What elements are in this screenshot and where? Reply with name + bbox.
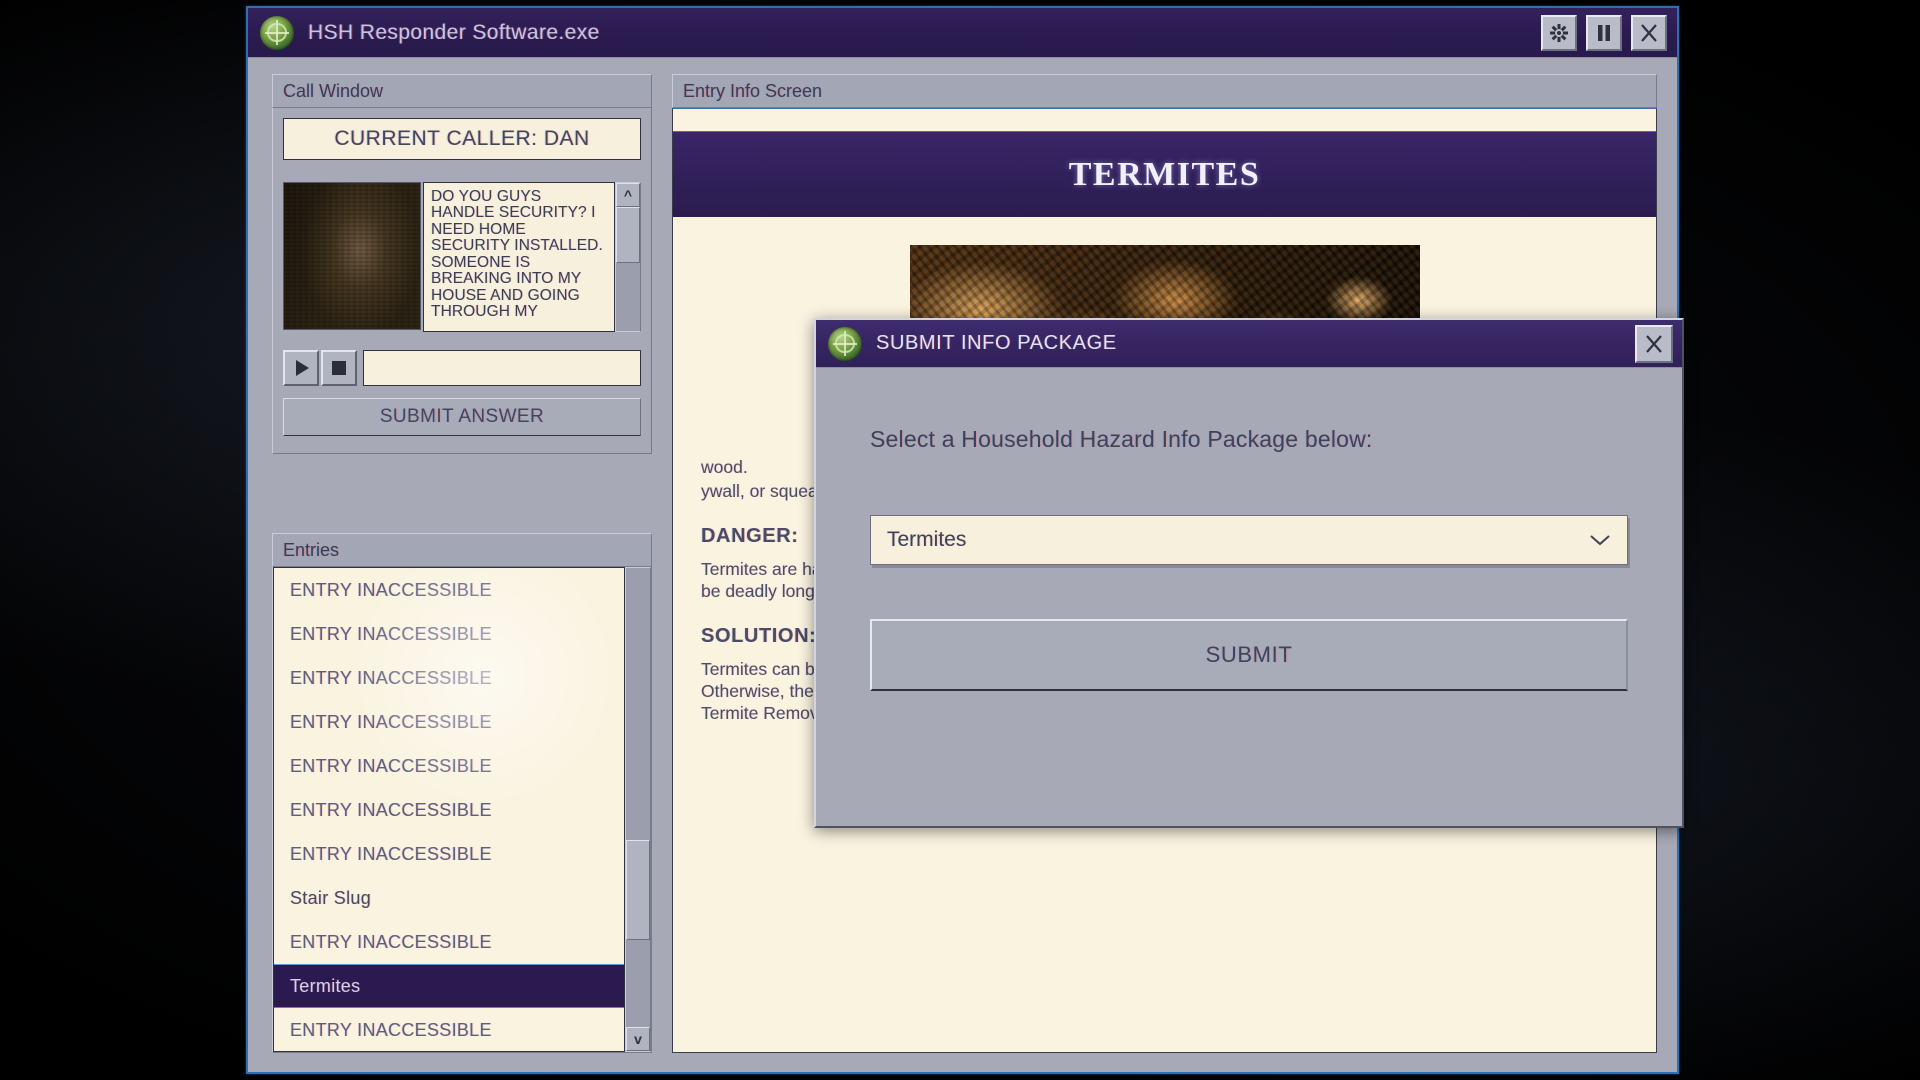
list-item[interactable]: ENTRY INACCESSIBLE	[274, 568, 624, 612]
entry-banner: TERMITES	[673, 131, 1656, 217]
entry-info-title: Entry Info Screen	[672, 74, 1657, 108]
modal-submit-button[interactable]: SUBMIT	[870, 619, 1628, 691]
modal-prompt: Select a Household Hazard Info Package b…	[870, 426, 1373, 452]
pause-button[interactable]	[1586, 14, 1622, 51]
play-icon	[296, 360, 309, 376]
gear-icon	[1550, 23, 1568, 42]
pause-icon	[1598, 24, 1610, 41]
entry-banner-title: TERMITES	[1068, 155, 1261, 193]
settings-button[interactable]	[1541, 14, 1577, 51]
transcript-row: DO YOU GUYS HANDLE SECURITY? I NEED HOME…	[283, 182, 641, 332]
list-item-stair-slug[interactable]: Stair Slug	[274, 876, 624, 920]
entries-scroll-track[interactable]	[626, 568, 650, 1027]
audio-progress-field[interactable]	[363, 350, 641, 386]
transcript-scroll-track[interactable]	[616, 207, 640, 331]
list-item[interactable]: ENTRY INACCESSIBLE	[274, 920, 624, 964]
close-button[interactable]	[1631, 14, 1667, 51]
chevron-down-icon	[1590, 535, 1610, 546]
play-button[interactable]	[283, 350, 319, 386]
entries-body: ENTRY INACCESSIBLE ENTRY INACCESSIBLE EN…	[272, 567, 652, 1053]
list-item[interactable]: ENTRY INACCESSIBLE	[274, 1008, 624, 1051]
title-bar: HSH Responder Software.exe	[248, 8, 1677, 58]
scroll-up-arrow[interactable]: ^	[616, 183, 640, 207]
hsh-globe-logo-icon	[828, 326, 862, 361]
playback-controls	[283, 350, 641, 386]
submit-answer-button[interactable]: SUBMIT ANSWER	[283, 398, 641, 436]
transcript-scroll-thumb[interactable]	[616, 207, 640, 263]
crt-screen: HSH Responder Software.exe Call Window C…	[0, 0, 1920, 1080]
current-caller-banner: CURRENT CALLER: DAN	[283, 118, 641, 160]
entries-title: Entries	[272, 533, 652, 567]
list-item[interactable]: ENTRY INACCESSIBLE	[274, 656, 624, 700]
caller-photo	[283, 182, 421, 330]
scroll-down-arrow[interactable]: v	[626, 1027, 650, 1051]
call-window-title: Call Window	[272, 74, 652, 108]
entries-list[interactable]: ENTRY INACCESSIBLE ENTRY INACCESSIBLE EN…	[273, 567, 625, 1052]
package-select-value: Termites	[887, 528, 967, 551]
close-icon	[1641, 23, 1657, 42]
window-title: HSH Responder Software.exe	[308, 20, 600, 44]
list-item[interactable]: ENTRY INACCESSIBLE	[274, 612, 624, 656]
stop-button[interactable]	[321, 350, 357, 386]
list-item[interactable]: ENTRY INACCESSIBLE	[274, 700, 624, 744]
close-icon	[1646, 334, 1662, 353]
list-item-termites[interactable]: Termites	[274, 964, 624, 1008]
list-item[interactable]: ENTRY INACCESSIBLE	[274, 744, 624, 788]
list-item[interactable]: ENTRY INACCESSIBLE	[274, 788, 624, 832]
modal-body: Select a Household Hazard Info Package b…	[816, 368, 1682, 691]
modal-title-bar: SUBMIT INFO PACKAGE	[816, 320, 1682, 368]
call-window-body: CURRENT CALLER: DAN DO YOU GUYS HANDLE S…	[272, 108, 652, 454]
entries-scrollbar[interactable]: v	[625, 567, 651, 1052]
caller-transcript: DO YOU GUYS HANDLE SECURITY? I NEED HOME…	[423, 182, 615, 332]
application-window: HSH Responder Software.exe Call Window C…	[246, 6, 1684, 1074]
submit-info-package-dialog: SUBMIT INFO PACKAGE Select a Household H…	[814, 318, 1684, 828]
hsh-globe-logo-icon	[260, 15, 294, 50]
package-select-dropdown[interactable]: Termites	[870, 515, 1628, 565]
transcript-scrollbar[interactable]: ^	[615, 182, 641, 332]
call-window-panel: Call Window CURRENT CALLER: DAN DO YOU G…	[272, 74, 652, 454]
entries-panel: Entries ENTRY INACCESSIBLE ENTRY INACCES…	[272, 533, 652, 1053]
window-controls	[1541, 14, 1667, 51]
entries-scroll-thumb[interactable]	[626, 840, 650, 940]
modal-close-button[interactable]	[1635, 324, 1673, 363]
list-item[interactable]: ENTRY INACCESSIBLE	[274, 832, 624, 876]
stop-icon	[332, 361, 346, 375]
modal-title: SUBMIT INFO PACKAGE	[876, 332, 1117, 354]
